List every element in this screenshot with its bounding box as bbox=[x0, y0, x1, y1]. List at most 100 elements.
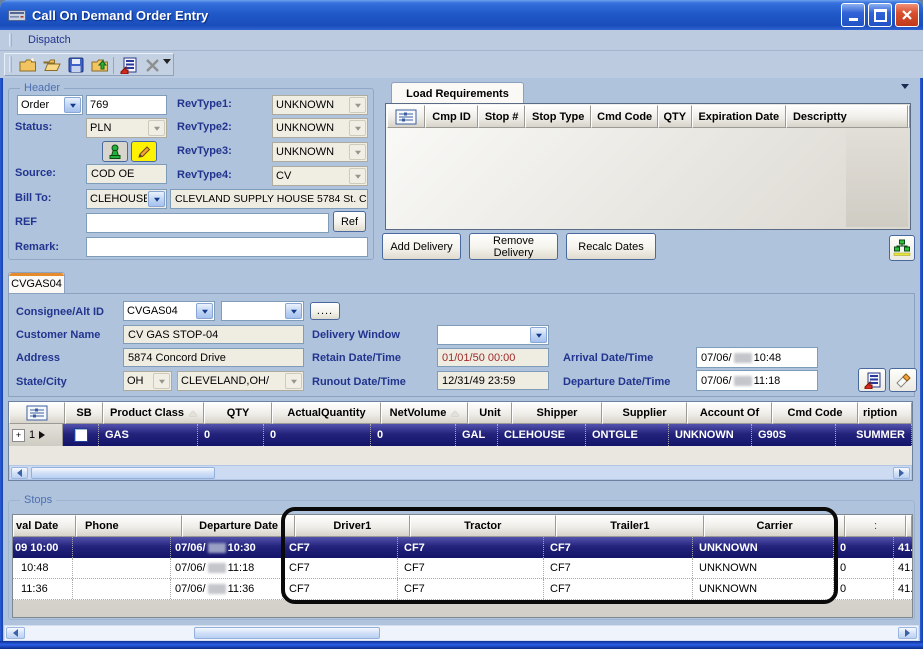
delivery-window-label: Delivery Window bbox=[312, 329, 400, 341]
stops-row-2[interactable]: 10:48 07/06/ 11:18 CF7 CF7 CF7 UNKNOWN 0… bbox=[13, 558, 912, 579]
open-folder-icon bbox=[43, 57, 61, 73]
scrollbar-thumb[interactable] bbox=[194, 627, 380, 639]
row-selector-header[interactable] bbox=[387, 105, 425, 128]
save-button[interactable] bbox=[65, 55, 86, 75]
row-selector-header[interactable] bbox=[9, 402, 65, 424]
stops-row-3[interactable]: 11:36 07/06/ 11:36 CF7 CF7 CF7 UNKNOWN 0… bbox=[13, 579, 912, 600]
col-cmd-code[interactable]: Cmd Code bbox=[772, 402, 858, 424]
window-border-left bbox=[0, 30, 3, 642]
carrier-cell: UNKNOWN bbox=[693, 558, 834, 578]
open-button[interactable] bbox=[41, 55, 62, 75]
billto-code: CLEHOUSE bbox=[90, 193, 147, 205]
col-sb[interactable]: SB bbox=[65, 402, 103, 424]
ref-input[interactable] bbox=[86, 213, 329, 233]
revtype1-combo[interactable]: UNKNOWN bbox=[272, 95, 368, 115]
billto-combo[interactable]: CLEHOUSE bbox=[86, 189, 167, 209]
col-qty[interactable]: QTY bbox=[204, 402, 272, 424]
expand-icon[interactable]: + bbox=[12, 429, 25, 442]
col-expiration-date[interactable]: Expiration Date bbox=[692, 105, 786, 128]
sb-checkbox[interactable] bbox=[74, 428, 88, 442]
edit-button[interactable] bbox=[131, 141, 157, 162]
consignee-combo[interactable]: CVGAS04 bbox=[123, 301, 215, 321]
export-button[interactable] bbox=[89, 55, 110, 75]
maximize-button[interactable] bbox=[868, 3, 892, 27]
col-account-of[interactable]: Account Of bbox=[687, 402, 772, 424]
toolbar-more-dropdown[interactable] bbox=[163, 64, 171, 76]
alt-id-combo[interactable] bbox=[221, 301, 304, 321]
col-cmd-code[interactable]: Cmd Code bbox=[591, 105, 657, 128]
sb-cell[interactable] bbox=[63, 424, 99, 446]
revtype3-combo[interactable]: UNKNOWN bbox=[272, 142, 368, 162]
revtype4-combo[interactable]: CV bbox=[272, 166, 368, 186]
remove-delivery-button[interactable]: Remove Delivery bbox=[469, 233, 558, 260]
order-type-combo[interactable]: Order bbox=[17, 95, 83, 115]
add-delivery-button[interactable]: Add Delivery bbox=[382, 233, 461, 260]
col-shipper[interactable]: Shipper bbox=[512, 402, 602, 424]
arrival-date-prefix: 07/06/ bbox=[701, 352, 732, 364]
col-tractor[interactable]: Tractor bbox=[410, 515, 556, 537]
col-carrier[interactable]: Carrier bbox=[704, 515, 845, 537]
state-combo[interactable]: OH bbox=[123, 371, 172, 391]
dep-time: 10:30 bbox=[228, 542, 256, 554]
col-stop-type[interactable]: Stop Type bbox=[525, 105, 591, 128]
col-qty[interactable]: QTY bbox=[658, 105, 692, 128]
browse-button[interactable]: .... bbox=[310, 302, 340, 320]
erase-button[interactable] bbox=[889, 368, 917, 392]
stops-hscrollbar[interactable] bbox=[4, 625, 919, 641]
stops-row-1[interactable]: 09 10:00 07/06/ 10:30 CF7 CF7 CF7 UNKNOW… bbox=[13, 537, 912, 558]
status-combo[interactable]: PLN bbox=[86, 118, 167, 138]
delivery-window-combo[interactable] bbox=[437, 325, 549, 345]
col-departure-date[interactable]: Departure Date bbox=[182, 515, 294, 537]
order-number-input[interactable] bbox=[86, 95, 167, 115]
arrival-value[interactable]: 07/06/ 10:48 bbox=[696, 347, 818, 368]
product-row[interactable]: + 1 GAS 0 0 0 GAL CLEHOUSE ONTGLE UNKNOW… bbox=[9, 424, 912, 446]
col-driver1[interactable]: Driver1 bbox=[295, 515, 410, 537]
title-bar: Call On Demand Order Entry bbox=[0, 0, 923, 30]
delete-button[interactable] bbox=[142, 55, 163, 75]
scrollbar-thumb[interactable] bbox=[31, 467, 215, 479]
col-supplier[interactable]: Supplier bbox=[602, 402, 687, 424]
col-qty[interactable]: : bbox=[845, 515, 906, 537]
col-lat[interactable]: La bbox=[906, 515, 912, 537]
row-header-cell[interactable]: + 1 bbox=[9, 424, 63, 446]
revtype2-combo[interactable]: UNKNOWN bbox=[272, 118, 368, 138]
new-button[interactable] bbox=[17, 55, 38, 75]
product-grid: SB Product Class QTY ActualQuantity NetV… bbox=[8, 401, 913, 481]
close-button[interactable] bbox=[895, 3, 919, 27]
dep-time: 11:36 bbox=[228, 583, 255, 595]
col-phone[interactable]: Phone bbox=[76, 515, 182, 537]
tab-load-requirements[interactable]: Load Requirements bbox=[391, 82, 524, 104]
hierarchy-button[interactable] bbox=[889, 235, 915, 261]
tractor-cell: CF7 bbox=[398, 579, 544, 599]
col-product-class[interactable]: Product Class bbox=[103, 402, 204, 424]
panel-dropdown-button[interactable] bbox=[901, 89, 909, 101]
col-net-volume[interactable]: NetVolume bbox=[381, 402, 468, 424]
col-arrival-date[interactable]: val Date bbox=[13, 515, 76, 537]
scroll-left-button[interactable] bbox=[11, 467, 28, 479]
product-grid-hscrollbar[interactable] bbox=[9, 465, 912, 480]
recalc-dates-button[interactable]: Recalc Dates bbox=[566, 233, 656, 260]
current-row-icon bbox=[39, 431, 45, 439]
departure-value[interactable]: 07/06/ 11:18 bbox=[696, 370, 818, 391]
city-combo[interactable]: CLEVELAND,OH/ bbox=[177, 371, 304, 391]
col-unit[interactable]: Unit bbox=[468, 402, 512, 424]
col-cmp-id[interactable]: Cmp ID bbox=[425, 105, 479, 128]
scroll-left-button[interactable] bbox=[6, 627, 25, 639]
remark-input[interactable] bbox=[86, 237, 368, 257]
ref-button[interactable]: Ref bbox=[333, 211, 366, 232]
col-actual-quantity[interactable]: ActualQuantity bbox=[272, 402, 381, 424]
minimize-button[interactable] bbox=[841, 3, 865, 27]
save-floppy-icon bbox=[68, 57, 84, 73]
col-description[interactable]: Descriptty bbox=[786, 105, 908, 128]
scroll-right-button[interactable] bbox=[898, 627, 917, 639]
col-description[interactable]: ription bbox=[858, 402, 912, 424]
menu-dispatch[interactable]: Dispatch bbox=[20, 32, 79, 48]
pawn-button[interactable] bbox=[102, 141, 128, 162]
stops-grid: val Date Phone Departure Date Driver1 Tr… bbox=[12, 514, 913, 618]
col-trailer1[interactable]: Trailer1 bbox=[556, 515, 705, 537]
report-button[interactable] bbox=[858, 368, 886, 392]
col-stop-num[interactable]: Stop # bbox=[478, 105, 525, 128]
post-report-button[interactable] bbox=[118, 55, 139, 75]
scroll-right-button[interactable] bbox=[893, 467, 910, 479]
tab-cvgas04[interactable]: CVGAS04 bbox=[8, 272, 65, 294]
